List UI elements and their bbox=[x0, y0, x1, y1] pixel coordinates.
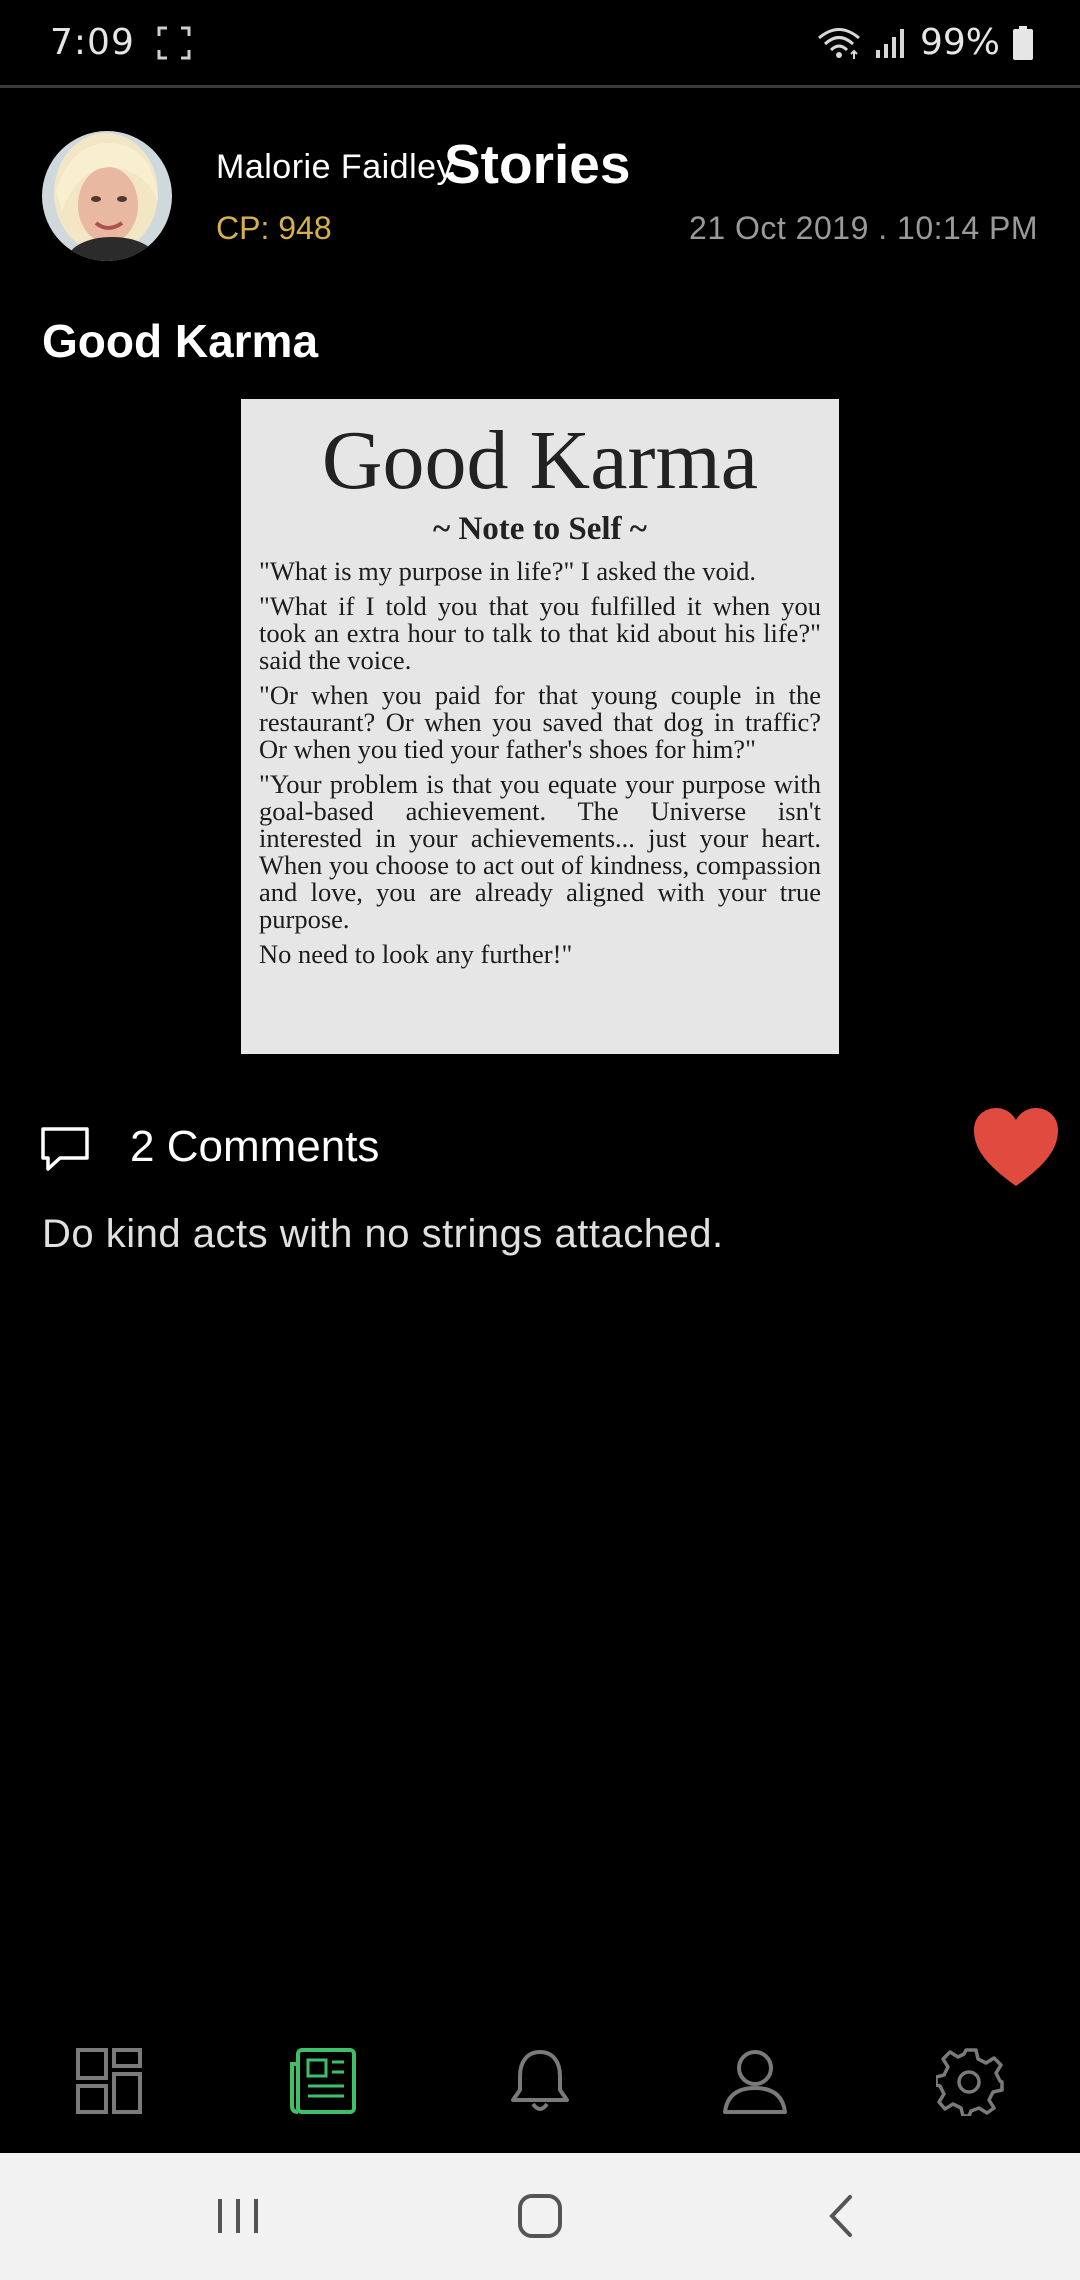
image-paragraph: "What if I told you that you fulfilled i… bbox=[259, 591, 821, 675]
recent-apps-icon[interactable] bbox=[208, 2191, 268, 2241]
dashboard-icon[interactable] bbox=[74, 2046, 144, 2116]
story-image[interactable]: Good Karma ~ Note to Self ~ "What is my … bbox=[241, 399, 839, 1054]
profile-icon[interactable] bbox=[720, 2046, 790, 2116]
image-paragraph: "Your problem is that you equate your pu… bbox=[259, 769, 821, 934]
back-icon[interactable] bbox=[812, 2191, 872, 2241]
post-actions: 2 Comments bbox=[0, 1098, 1080, 1198]
battery-percent: 99% bbox=[919, 22, 1000, 63]
image-paragraph: No need to look any further!" bbox=[259, 939, 573, 969]
bell-icon[interactable] bbox=[505, 2046, 575, 2116]
battery-icon bbox=[1013, 25, 1033, 60]
image-title: Good Karma bbox=[321, 414, 759, 507]
avatar-image bbox=[42, 131, 172, 261]
image-paragraph: "What is my purpose in life?" I asked th… bbox=[259, 556, 757, 586]
story-caption: Do kind acts with no strings attached. bbox=[42, 1212, 724, 1256]
gear-icon[interactable] bbox=[936, 2046, 1006, 2116]
status-bar: 7:09 99% bbox=[0, 0, 1080, 88]
comment-icon[interactable] bbox=[40, 1126, 90, 1172]
image-subtitle: ~ Note to Self ~ bbox=[433, 511, 647, 547]
author-cp-points: CP: 948 bbox=[216, 210, 332, 246]
signal-icon bbox=[875, 28, 904, 58]
heart-icon[interactable] bbox=[972, 1106, 1060, 1188]
status-right: 99% bbox=[816, 22, 1034, 63]
image-paragraph: "Or when you paid for that young couple … bbox=[259, 680, 821, 764]
screenshot-frame-icon bbox=[157, 26, 191, 59]
stories-icon[interactable] bbox=[288, 2046, 358, 2116]
post-header: Malorie Faidley Stories CP: 948 21 Oct 2… bbox=[0, 88, 1080, 288]
story-title: Good Karma bbox=[42, 315, 319, 367]
system-nav-bar bbox=[0, 2153, 1080, 2280]
comments-link[interactable]: 2 Comments bbox=[130, 1122, 379, 1172]
bottom-nav bbox=[0, 2010, 1080, 2153]
avatar[interactable] bbox=[42, 131, 172, 261]
status-time: 7:09 bbox=[50, 22, 135, 63]
status-left: 7:09 bbox=[50, 22, 191, 63]
post-date: 21 Oct 2019 . 10:14 PM bbox=[689, 210, 1038, 246]
wifi-icon bbox=[818, 27, 860, 59]
author-name[interactable]: Malorie Faidley bbox=[216, 148, 454, 187]
page-title: Stories bbox=[444, 133, 631, 195]
home-icon[interactable] bbox=[510, 2191, 570, 2241]
